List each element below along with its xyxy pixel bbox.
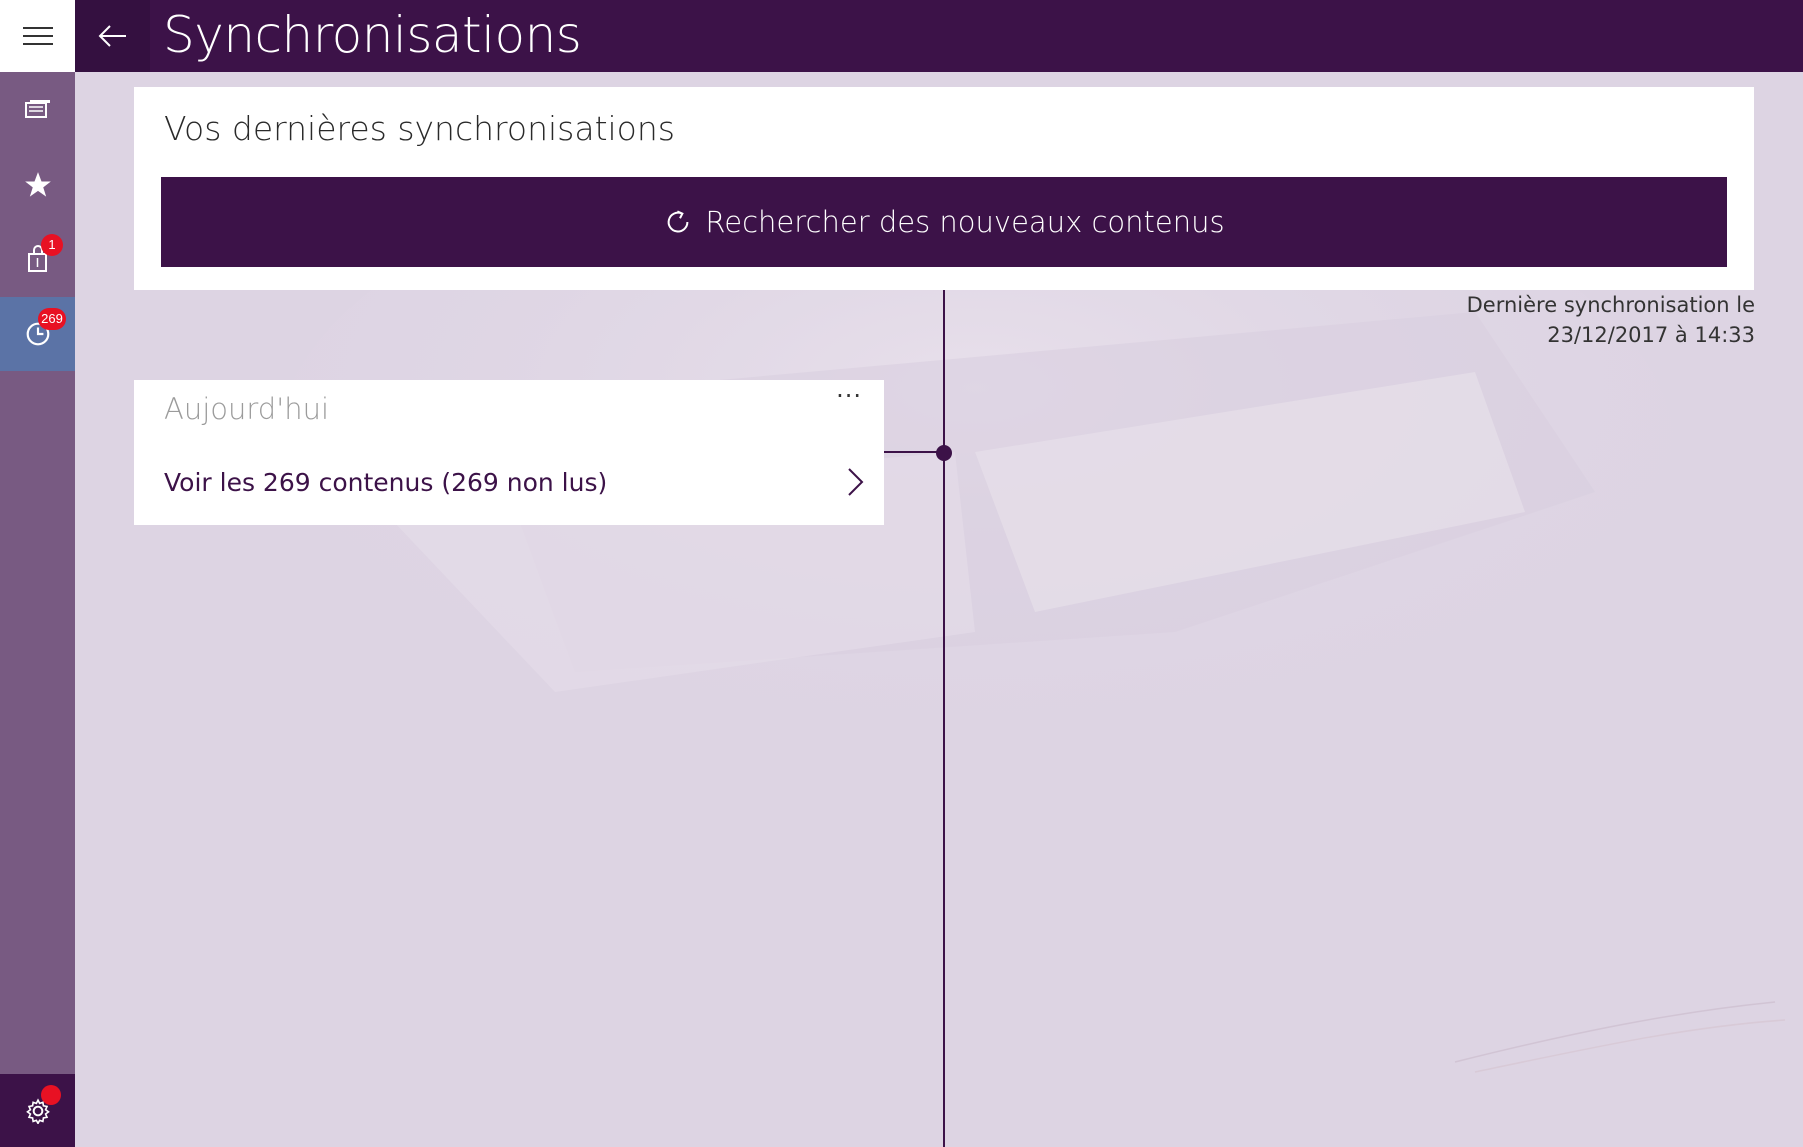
last-sync-date: 23/12/2017 à 14:33 (1547, 323, 1755, 347)
rail-item-store[interactable]: 1 (0, 222, 75, 296)
timeline-line (943, 290, 945, 1147)
timeline-dot (936, 445, 952, 461)
settings-button[interactable] (0, 1074, 75, 1147)
search-new-content-button[interactable]: Rechercher des nouveaux contenus (161, 177, 1727, 267)
star-icon (24, 172, 51, 197)
view-contents-label: Voir les 269 contenus (269 non lus) (164, 467, 608, 497)
rail-item-favorites[interactable] (0, 148, 75, 222)
search-new-content-label: Rechercher des nouveaux contenus (705, 205, 1225, 239)
page-title: Synchronisations (163, 6, 582, 64)
sync-card-heading: Vos dernières synchronisations (164, 109, 675, 148)
timeline-connector (884, 451, 938, 453)
sync-card: Vos dernières synchronisations Recherche… (134, 87, 1754, 290)
chevron-right-icon (848, 468, 864, 496)
back-button[interactable] (75, 0, 150, 72)
rail-item-library[interactable] (0, 73, 75, 147)
app-header: Synchronisations (75, 0, 1803, 72)
today-card: Aujourd'hui ··· Voir les 269 contenus (2… (134, 380, 884, 525)
rail-item-synchronisations[interactable]: 269 (0, 297, 75, 371)
last-sync-info: Dernière synchronisation le 23/12/2017 à… (1467, 290, 1755, 350)
view-contents-row[interactable]: Voir les 269 contenus (269 non lus) (164, 460, 864, 504)
arrow-left-icon (98, 25, 126, 47)
last-sync-line1: Dernière synchronisation le (1466, 293, 1755, 317)
hamburger-icon (22, 26, 53, 46)
library-icon (24, 100, 50, 118)
more-options-button[interactable]: ··· (836, 382, 862, 410)
store-badge: 1 (41, 234, 63, 256)
synchronisations-badge: 269 (38, 308, 66, 330)
refresh-icon (668, 210, 689, 233)
hamburger-menu-button[interactable] (0, 0, 75, 72)
settings-notification-dot (41, 1085, 61, 1105)
today-card-title: Aujourd'hui (164, 392, 330, 426)
nav-rail: 1 269 (0, 0, 75, 1147)
